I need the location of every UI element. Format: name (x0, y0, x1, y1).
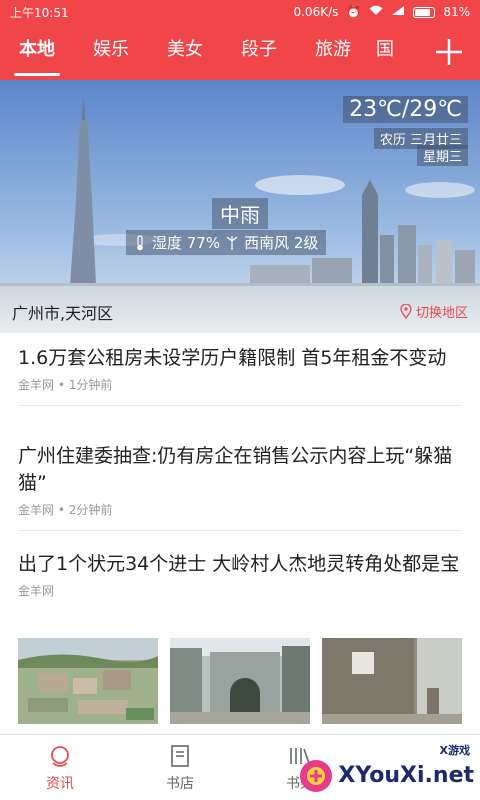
weekday: 星期三 (416, 145, 468, 166)
divider (18, 405, 462, 406)
nav-news-label: 资讯 (46, 775, 74, 792)
switch-area-button[interactable]: 切换地区 (400, 302, 468, 321)
divider (18, 530, 462, 531)
temperature-range: 23℃/29℃ (343, 96, 468, 123)
wind-text: 西南风 2级 (244, 234, 319, 252)
tab-beauty[interactable]: 美女 (148, 24, 222, 80)
tab-entertainment[interactable]: 娱乐 (74, 24, 148, 80)
news-title: 出了1个状元34个进士 大岭村人杰地灵转角处都是宝 (18, 553, 460, 575)
news-item[interactable]: 广州住建委抽查:仍有房企在销售公示内容上玩“躲猫猫” 金羊网 • 2分钟前 (18, 443, 462, 531)
news-source: 金羊网 (18, 584, 55, 598)
alarm-icon: ⏰ (346, 5, 362, 19)
thermometer-icon (137, 234, 143, 250)
add-channel-button[interactable] (418, 24, 480, 80)
news-thumbnails (18, 638, 462, 724)
humidity-text: 湿度 77% (152, 234, 221, 252)
news-item[interactable]: 1.6万套公租房未设学历户籍限制 首5年租金不变动 金羊网 • 1分钟前 (18, 345, 462, 406)
news-title: 1.6万套公租房未设学历户籍限制 首5年租金不变动 (18, 347, 447, 369)
network-speed: 0.06K/s (293, 5, 339, 19)
wifi-icon (369, 5, 383, 19)
news-title: 广州住建委抽查:仍有房企在销售公示内容上玩“躲猫猫” (18, 445, 453, 494)
tab-national[interactable]: 国 (370, 24, 410, 80)
nav-bookstore[interactable]: 书店 (120, 735, 240, 800)
battery-icon (413, 6, 436, 18)
nav-bookstore-label: 书店 (166, 775, 194, 792)
channel-tabs: 本地 娱乐 美女 段子 旅游 国 (0, 24, 480, 80)
status-time: 上午10:51 (10, 5, 69, 20)
humidity-wind: 湿度 77% 西南风 2级 (126, 230, 327, 255)
tab-local[interactable]: 本地 (0, 24, 74, 80)
status-bar: 上午10:51 0.06K/s ⏰ 81% (0, 0, 480, 24)
weather-banner[interactable]: 23℃/29℃ 农历 三月廿三 星期三 中雨 湿度 77% 西南风 2级 广州市… (0, 80, 480, 333)
battery-level: 81% (443, 5, 470, 19)
news-globe-icon (51, 745, 69, 767)
location-pin-icon (400, 304, 412, 319)
tab-travel[interactable]: 旅游 (296, 24, 370, 80)
signal-icon (391, 5, 405, 19)
plus-icon (436, 39, 462, 65)
news-thumbnail-stone-alley[interactable] (322, 638, 462, 724)
current-location: 广州市,天河区 (12, 304, 114, 323)
news-item[interactable]: 出了1个状元34个进士 大岭村人杰地灵转角处都是宝 金羊网 (18, 551, 462, 599)
bookstore-icon (171, 744, 189, 767)
news-thumbnail-village-aerial[interactable] (18, 638, 158, 724)
switch-area-label: 切换地区 (415, 306, 468, 321)
watermark-text: XYouXi.net (338, 763, 474, 788)
nav-news[interactable]: 资讯 (0, 735, 120, 800)
watermark: X游戏 XYouXi.net (298, 744, 474, 794)
news-thumbnail-archway[interactable] (170, 638, 310, 724)
weather-condition: 中雨 (212, 198, 268, 229)
watermark-logo-icon (300, 760, 333, 792)
news-source: 金羊网 • 1分钟前 (18, 378, 113, 392)
watermark-small-text: X游戏 (439, 744, 470, 757)
tab-jokes[interactable]: 段子 (222, 24, 296, 80)
news-source: 金羊网 • 2分钟前 (18, 503, 113, 517)
status-right: 0.06K/s ⏰ 81% (293, 5, 470, 19)
wind-turbine-icon (226, 235, 238, 250)
